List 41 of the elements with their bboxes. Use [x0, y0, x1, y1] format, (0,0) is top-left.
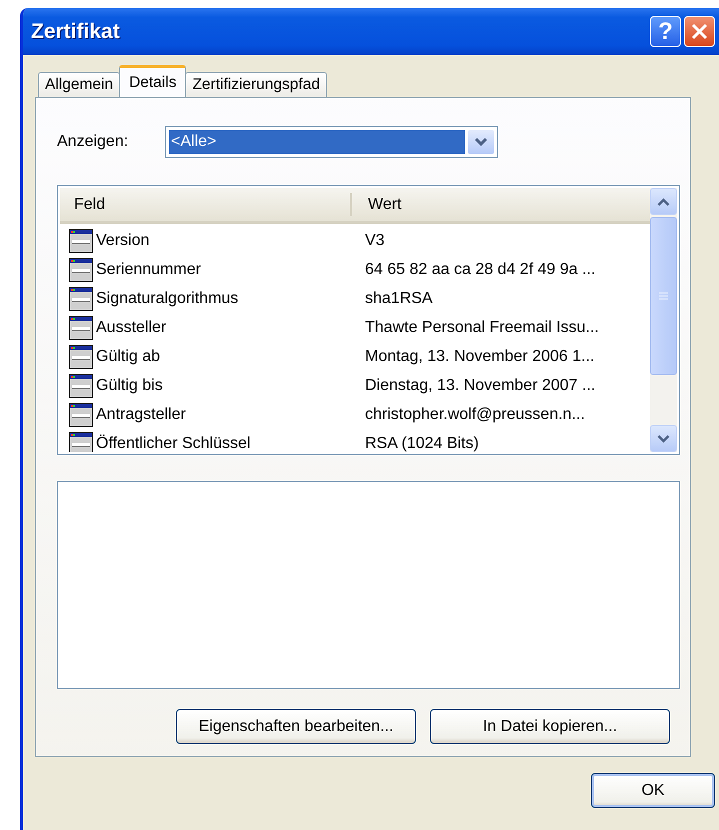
field-value: RSA (1024 Bits) [364, 434, 479, 452]
field-value: 64 65 82 aa ca 28 d4 2f 49 9a ... [364, 260, 596, 278]
column-header[interactable]: Feld [60, 193, 352, 216]
action-button[interactable]: Eigenschaften bearbeiten... [176, 709, 416, 744]
field-value: christopher.wolf@preussen.n... [364, 406, 585, 424]
column-header[interactable]: Wert [352, 188, 402, 221]
scrollbar[interactable] [650, 188, 677, 452]
action-button[interactable]: In Datei kopieren... [430, 709, 670, 744]
field-name: Gültig ab [95, 348, 162, 366]
scroll-down-icon[interactable] [657, 434, 670, 442]
ok-button[interactable]: OK [591, 773, 715, 808]
grip-icon [659, 292, 668, 300]
show-label: Anzeigen: [57, 133, 130, 151]
close-icon[interactable] [684, 16, 715, 47]
tab[interactable]: Details [119, 65, 186, 97]
show-dropdown[interactable]: <Alle> [165, 126, 498, 158]
field-name: Version [95, 232, 150, 250]
field-name: Aussteller [95, 318, 168, 336]
scroll-up-icon[interactable] [657, 198, 670, 206]
tab[interactable]: Zertifizierungspfad [185, 72, 327, 97]
field-icon [68, 314, 94, 340]
field-name: Gültig bis [95, 376, 164, 394]
field-name: Seriennummer [95, 260, 202, 278]
field-name: Öffentlicher Schlüssel [95, 434, 252, 452]
chevron-down-icon [474, 138, 488, 146]
field-value: Montag, 13. November 2006 1... [364, 348, 594, 366]
tab[interactable]: Allgemein [38, 72, 120, 97]
field-icon [68, 402, 94, 428]
field-value: V3 [364, 232, 385, 250]
window-title: Zertifikat [31, 20, 121, 44]
field-icon [68, 372, 94, 398]
field-icon [68, 256, 94, 282]
field-icon [68, 344, 94, 370]
field-icon [68, 228, 94, 254]
field-value: Thawte Personal Freemail Issu... [364, 318, 599, 336]
field-icon [68, 286, 94, 312]
field-name: Signaturalgorithmus [95, 290, 240, 308]
field-value: sha1RSA [364, 290, 433, 308]
field-name: Antragsteller [95, 406, 187, 424]
field-icon [68, 430, 94, 452]
field-value: Dienstag, 13. November 2007 ... [364, 376, 596, 394]
